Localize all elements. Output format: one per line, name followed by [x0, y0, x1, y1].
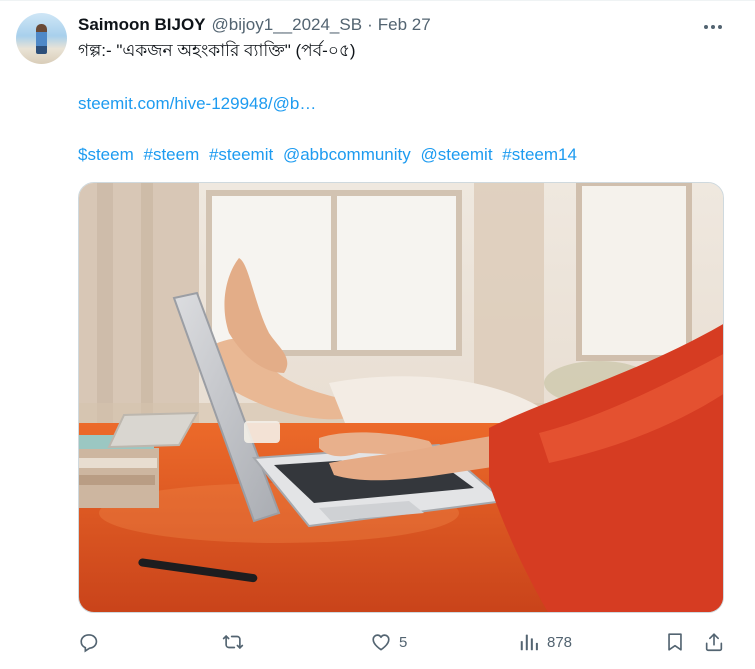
more-dot	[718, 25, 722, 29]
reply-icon	[78, 631, 100, 653]
like-count: 5	[399, 633, 408, 651]
hashtag-list: $steem #steem #steemit @abbcommunity @st…	[78, 144, 582, 166]
header-separator: ·	[367, 15, 373, 34]
share-button[interactable]	[703, 626, 725, 658]
views-count: 878	[547, 633, 573, 651]
action-bar: 5 878	[0, 626, 755, 658]
tweet-date[interactable]: Feb 27	[378, 15, 431, 35]
tweet-link[interactable]: steemit.com/hive-129948/@b…	[78, 93, 316, 115]
hashtag[interactable]: #steem14	[502, 145, 577, 164]
heart-icon	[370, 631, 392, 653]
hashtag[interactable]: #steemit	[209, 145, 273, 164]
views-icon	[518, 631, 540, 653]
hashtag[interactable]: $steem	[78, 145, 134, 164]
tweet-title: গল্প:- "একজন অহংকারি ব্যাক্তি" (পর্ব-০৫)	[78, 41, 356, 60]
hashtag[interactable]: #steem	[143, 145, 199, 164]
mention[interactable]: @steemit	[421, 145, 493, 164]
more-dot	[711, 25, 715, 29]
like-button[interactable]: 5	[370, 626, 407, 658]
more-dot	[704, 25, 708, 29]
retweet-button[interactable]	[222, 626, 244, 658]
tweet-card[interactable]: Saimoon BIJOY @bijoy1__2024_SB · Feb 27 …	[0, 0, 755, 669]
divider	[0, 0, 755, 1]
bookmark-button[interactable]	[664, 626, 686, 658]
avatar[interactable]	[16, 13, 67, 64]
more-options-button[interactable]	[700, 14, 726, 40]
author-name[interactable]: Saimoon BIJOY	[78, 15, 206, 35]
mention[interactable]: @abbcommunity	[283, 145, 411, 164]
views-button[interactable]: 878	[518, 626, 572, 658]
tweet-image[interactable]	[78, 182, 724, 613]
share-icon	[703, 631, 725, 653]
retweet-icon	[222, 631, 244, 653]
bookmark-icon	[664, 631, 686, 653]
author-handle[interactable]: @bijoy1__2024_SB	[212, 15, 363, 35]
reply-button[interactable]	[78, 626, 100, 658]
tweet-header: Saimoon BIJOY @bijoy1__2024_SB · Feb 27	[78, 14, 431, 36]
avatar-figure	[36, 24, 47, 54]
tweet-image-illustration	[79, 183, 723, 612]
